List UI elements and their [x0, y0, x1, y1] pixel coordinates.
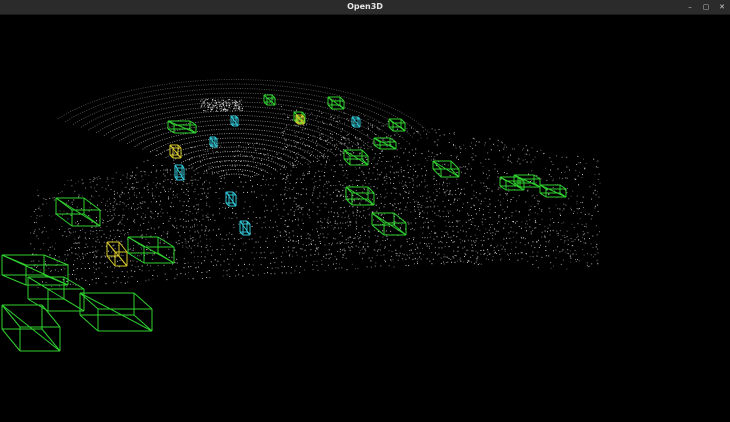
point-cloud-viewport[interactable]	[0, 15, 730, 422]
close-button[interactable]: ✕	[717, 2, 727, 12]
car-box-bbox	[539, 184, 567, 198]
cyclist-box-bbox	[106, 241, 128, 267]
car-box-bbox	[327, 96, 345, 110]
car-box-bbox	[432, 160, 460, 178]
lidar-points	[30, 99, 601, 289]
maximize-button[interactable]: ▢	[701, 2, 711, 12]
pedestrian-box-bbox	[209, 136, 218, 148]
window-title: Open3D	[347, 2, 383, 11]
point-cloud-scene	[1, 79, 601, 352]
pedestrian-box-bbox	[239, 220, 251, 236]
car-box-bbox	[345, 186, 375, 206]
car-box-bbox	[27, 276, 85, 312]
minimize-button[interactable]: –	[685, 2, 695, 12]
car-box-bbox	[127, 236, 175, 264]
window-controls: – ▢ ✕	[685, 2, 727, 12]
car-box-bbox	[1, 304, 61, 352]
window-titlebar[interactable]: Open3D – ▢ ✕	[0, 0, 730, 15]
pedestrian-box-bbox	[225, 191, 237, 207]
lidar-scan-rings	[57, 79, 430, 179]
car-box-bbox	[1, 254, 69, 286]
car-box-bbox	[79, 292, 153, 332]
car-box-bbox	[373, 137, 397, 150]
car-box-bbox	[371, 212, 407, 236]
pedestrian-box-bbox	[230, 115, 239, 127]
bounding-boxes	[1, 94, 567, 352]
pedestrian-box-bbox	[174, 164, 185, 181]
car-box-bbox	[167, 120, 197, 134]
